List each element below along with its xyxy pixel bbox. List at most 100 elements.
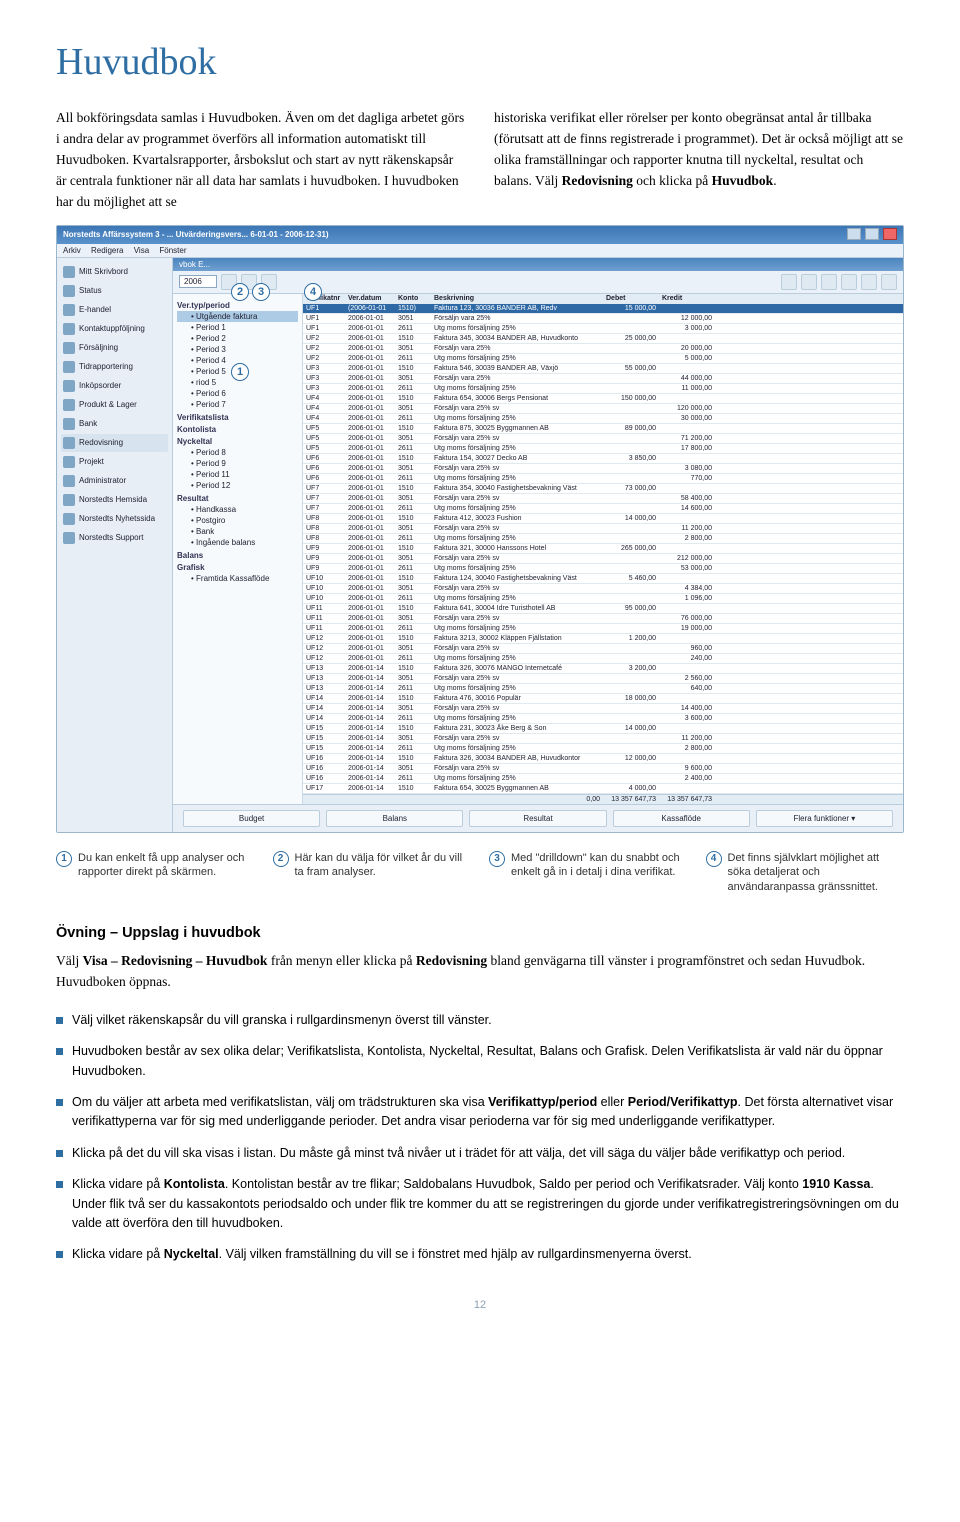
tab-balans[interactable]: Balans <box>326 810 463 827</box>
tree-section-head[interactable]: Ver.typ/period <box>177 301 298 310</box>
grid-row[interactable]: UF62006-01-013051Försäljn vara 25% sv3 0… <box>303 464 903 474</box>
grid-row[interactable]: UF52006-01-011510Faktura 875, 30025 Bygg… <box>303 424 903 434</box>
grid-row[interactable]: UF122006-01-013051Försäljn vara 25% sv96… <box>303 644 903 654</box>
grid-row[interactable]: UF102006-01-013051Försäljn vara 25% sv4 … <box>303 584 903 594</box>
tab-resultat[interactable]: Resultat <box>469 810 606 827</box>
tree-section-head[interactable]: Grafisk <box>177 563 298 572</box>
sidebar-item[interactable]: Inköpsorder <box>61 377 168 395</box>
sidebar-item[interactable]: Norstedts Support <box>61 529 168 547</box>
grid-row[interactable]: UF72006-01-012611Utg moms försäljning 25… <box>303 504 903 514</box>
grid-row[interactable]: UF132006-01-143051Försäljn vara 25% sv2 … <box>303 674 903 684</box>
grid-row[interactable]: UF82006-01-012611Utg moms försäljning 25… <box>303 534 903 544</box>
tree-item[interactable]: • Framtida Kassaflöde <box>177 573 298 584</box>
grid-row[interactable]: UF122006-01-011510Faktura 3213, 30002 Kl… <box>303 634 903 644</box>
col-header[interactable]: Ver.datum <box>345 294 395 303</box>
col-header[interactable]: Debet <box>603 294 659 303</box>
tree-item[interactable]: • Period 8 <box>177 447 298 458</box>
grid-row[interactable]: UF1(2006-01-011510)Faktura 123, 30036 BA… <box>303 304 903 314</box>
grid-row[interactable]: UF32006-01-012611Utg moms försäljning 25… <box>303 384 903 394</box>
menu-item[interactable]: Fönster <box>159 246 186 255</box>
grid-row[interactable]: UF122006-01-012611Utg moms försäljning 2… <box>303 654 903 664</box>
grid-row[interactable]: UF92006-01-013051Försäljn vara 25% sv212… <box>303 554 903 564</box>
menubar[interactable]: Arkiv Redigera Visa Fönster <box>57 244 903 258</box>
tab-functions[interactable]: Flera funktioner ▾ <box>756 810 893 827</box>
grid-row[interactable]: UF112006-01-013051Försäljn vara 25% sv76… <box>303 614 903 624</box>
sidebar-item[interactable]: Status <box>61 282 168 300</box>
tree-item[interactable]: • Period 2 <box>177 333 298 344</box>
grid-row[interactable]: UF12006-01-013051Försäljn vara 25%12 000… <box>303 314 903 324</box>
grid-row[interactable]: UF162006-01-142611Utg moms försäljning 2… <box>303 774 903 784</box>
grid-row[interactable]: UF22006-01-012611Utg moms försäljning 25… <box>303 354 903 364</box>
maximize-icon[interactable] <box>865 228 879 240</box>
toolbar-button[interactable] <box>881 274 897 290</box>
tree-item[interactable]: • Ingående balans <box>177 537 298 548</box>
sidebar-item[interactable]: Försäljning <box>61 339 168 357</box>
sidebar-item[interactable]: Mitt Skrivbord <box>61 263 168 281</box>
grid-row[interactable]: UF172006-01-141510Faktura 654, 30025 Byg… <box>303 784 903 794</box>
grid-row[interactable]: UF22006-01-011510Faktura 345, 30034 BAND… <box>303 334 903 344</box>
grid-row[interactable]: UF42006-01-012611Utg moms försäljning 25… <box>303 414 903 424</box>
tree-section-head[interactable]: Resultat <box>177 494 298 503</box>
tree-item[interactable]: • Period 1 <box>177 322 298 333</box>
grid-row[interactable]: UF42006-01-011510Faktura 654, 30006 Berg… <box>303 394 903 404</box>
tree-item[interactable]: • Bank <box>177 526 298 537</box>
tree-section-head[interactable]: Nyckeltal <box>177 437 298 446</box>
tree-section-head[interactable]: Balans <box>177 551 298 560</box>
col-header[interactable]: Kredit <box>659 294 715 303</box>
toolbar-button[interactable] <box>781 274 797 290</box>
tree-section-head[interactable]: Kontolista <box>177 425 298 434</box>
grid-row[interactable]: UF112006-01-012611Utg moms försäljning 2… <box>303 624 903 634</box>
tab-budget[interactable]: Budget <box>183 810 320 827</box>
sidebar-item[interactable]: Norstedts Hemsida <box>61 491 168 509</box>
toolbar-button[interactable] <box>801 274 817 290</box>
sidebar-item[interactable]: Redovisning <box>61 434 168 452</box>
grid-row[interactable]: UF82006-01-011510Faktura 412, 30023 Fush… <box>303 514 903 524</box>
tree-item[interactable]: • Period 6 <box>177 388 298 399</box>
grid-row[interactable]: UF62006-01-011510Faktura 154, 30027 Deck… <box>303 454 903 464</box>
sidebar-item[interactable]: E-handel <box>61 301 168 319</box>
tree-item[interactable]: • Period 3 <box>177 344 298 355</box>
grid-row[interactable]: UF82006-01-013051Försäljn vara 25% sv11 … <box>303 524 903 534</box>
grid-row[interactable]: UF132006-01-141510Faktura 326, 30076 MAN… <box>303 664 903 674</box>
menu-item[interactable]: Redigera <box>91 246 123 255</box>
menu-item[interactable]: Visa <box>134 246 149 255</box>
tree-item[interactable]: • Period 11 <box>177 469 298 480</box>
toolbar-button[interactable] <box>841 274 857 290</box>
menu-item[interactable]: Arkiv <box>63 246 81 255</box>
tree-item[interactable]: • Period 9 <box>177 458 298 469</box>
grid-row[interactable]: UF102006-01-011510Faktura 124, 30040 Fas… <box>303 574 903 584</box>
tree-item[interactable]: • Postgiro <box>177 515 298 526</box>
grid-row[interactable]: UF52006-01-013051Försäljn vara 25% sv71 … <box>303 434 903 444</box>
tree-item[interactable]: • Handkassa <box>177 504 298 515</box>
sidebar-item[interactable]: Administrator <box>61 472 168 490</box>
grid-row[interactable]: UF152006-01-142611Utg moms försäljning 2… <box>303 744 903 754</box>
grid-row[interactable]: UF62006-01-012611Utg moms försäljning 25… <box>303 474 903 484</box>
grid-row[interactable]: UF92006-01-011510Faktura 321, 30000 Hans… <box>303 544 903 554</box>
close-icon[interactable] <box>883 228 897 240</box>
grid-row[interactable]: UF72006-01-013051Försäljn vara 25% sv58 … <box>303 494 903 504</box>
tree-item[interactable]: • Period 7 <box>177 399 298 410</box>
tree-item[interactable]: • Period 12 <box>177 480 298 491</box>
sidebar-item[interactable]: Tidrapportering <box>61 358 168 376</box>
sidebar-item[interactable]: Norstedts Nyhetssida <box>61 510 168 528</box>
grid-row[interactable]: UF12006-01-012611Utg moms försäljning 25… <box>303 324 903 334</box>
grid-row[interactable]: UF102006-01-012611Utg moms försäljning 2… <box>303 594 903 604</box>
window-buttons[interactable] <box>845 228 897 242</box>
minimize-icon[interactable] <box>847 228 861 240</box>
grid-row[interactable]: UF52006-01-012611Utg moms försäljning 25… <box>303 444 903 454</box>
tree-item[interactable]: • Utgående faktura <box>177 311 298 322</box>
grid-row[interactable]: UF142006-01-143051Försäljn vara 25% sv14… <box>303 704 903 714</box>
grid-row[interactable]: UF92006-01-012611Utg moms försäljning 25… <box>303 564 903 574</box>
grid-row[interactable]: UF152006-01-143051Försäljn vara 25% sv11… <box>303 734 903 744</box>
sidebar-item[interactable]: Bank <box>61 415 168 433</box>
tab-kassaflode[interactable]: Kassaflöde <box>613 810 750 827</box>
toolbar-button[interactable] <box>861 274 877 290</box>
grid-row[interactable]: UF142006-01-141510Faktura 476, 30016 Pop… <box>303 694 903 704</box>
sidebar-item[interactable]: Produkt & Lager <box>61 396 168 414</box>
grid-row[interactable]: UF152006-01-141510Faktura 231, 30023 Åke… <box>303 724 903 734</box>
grid-row[interactable]: UF132006-01-142611Utg moms försäljning 2… <box>303 684 903 694</box>
grid-row[interactable]: UF42006-01-013051Försäljn vara 25% sv120… <box>303 404 903 414</box>
grid-row[interactable]: UF72006-01-011510Faktura 354, 30040 Fast… <box>303 484 903 494</box>
toolbar-button[interactable] <box>821 274 837 290</box>
year-select[interactable]: 2006 <box>179 275 217 288</box>
